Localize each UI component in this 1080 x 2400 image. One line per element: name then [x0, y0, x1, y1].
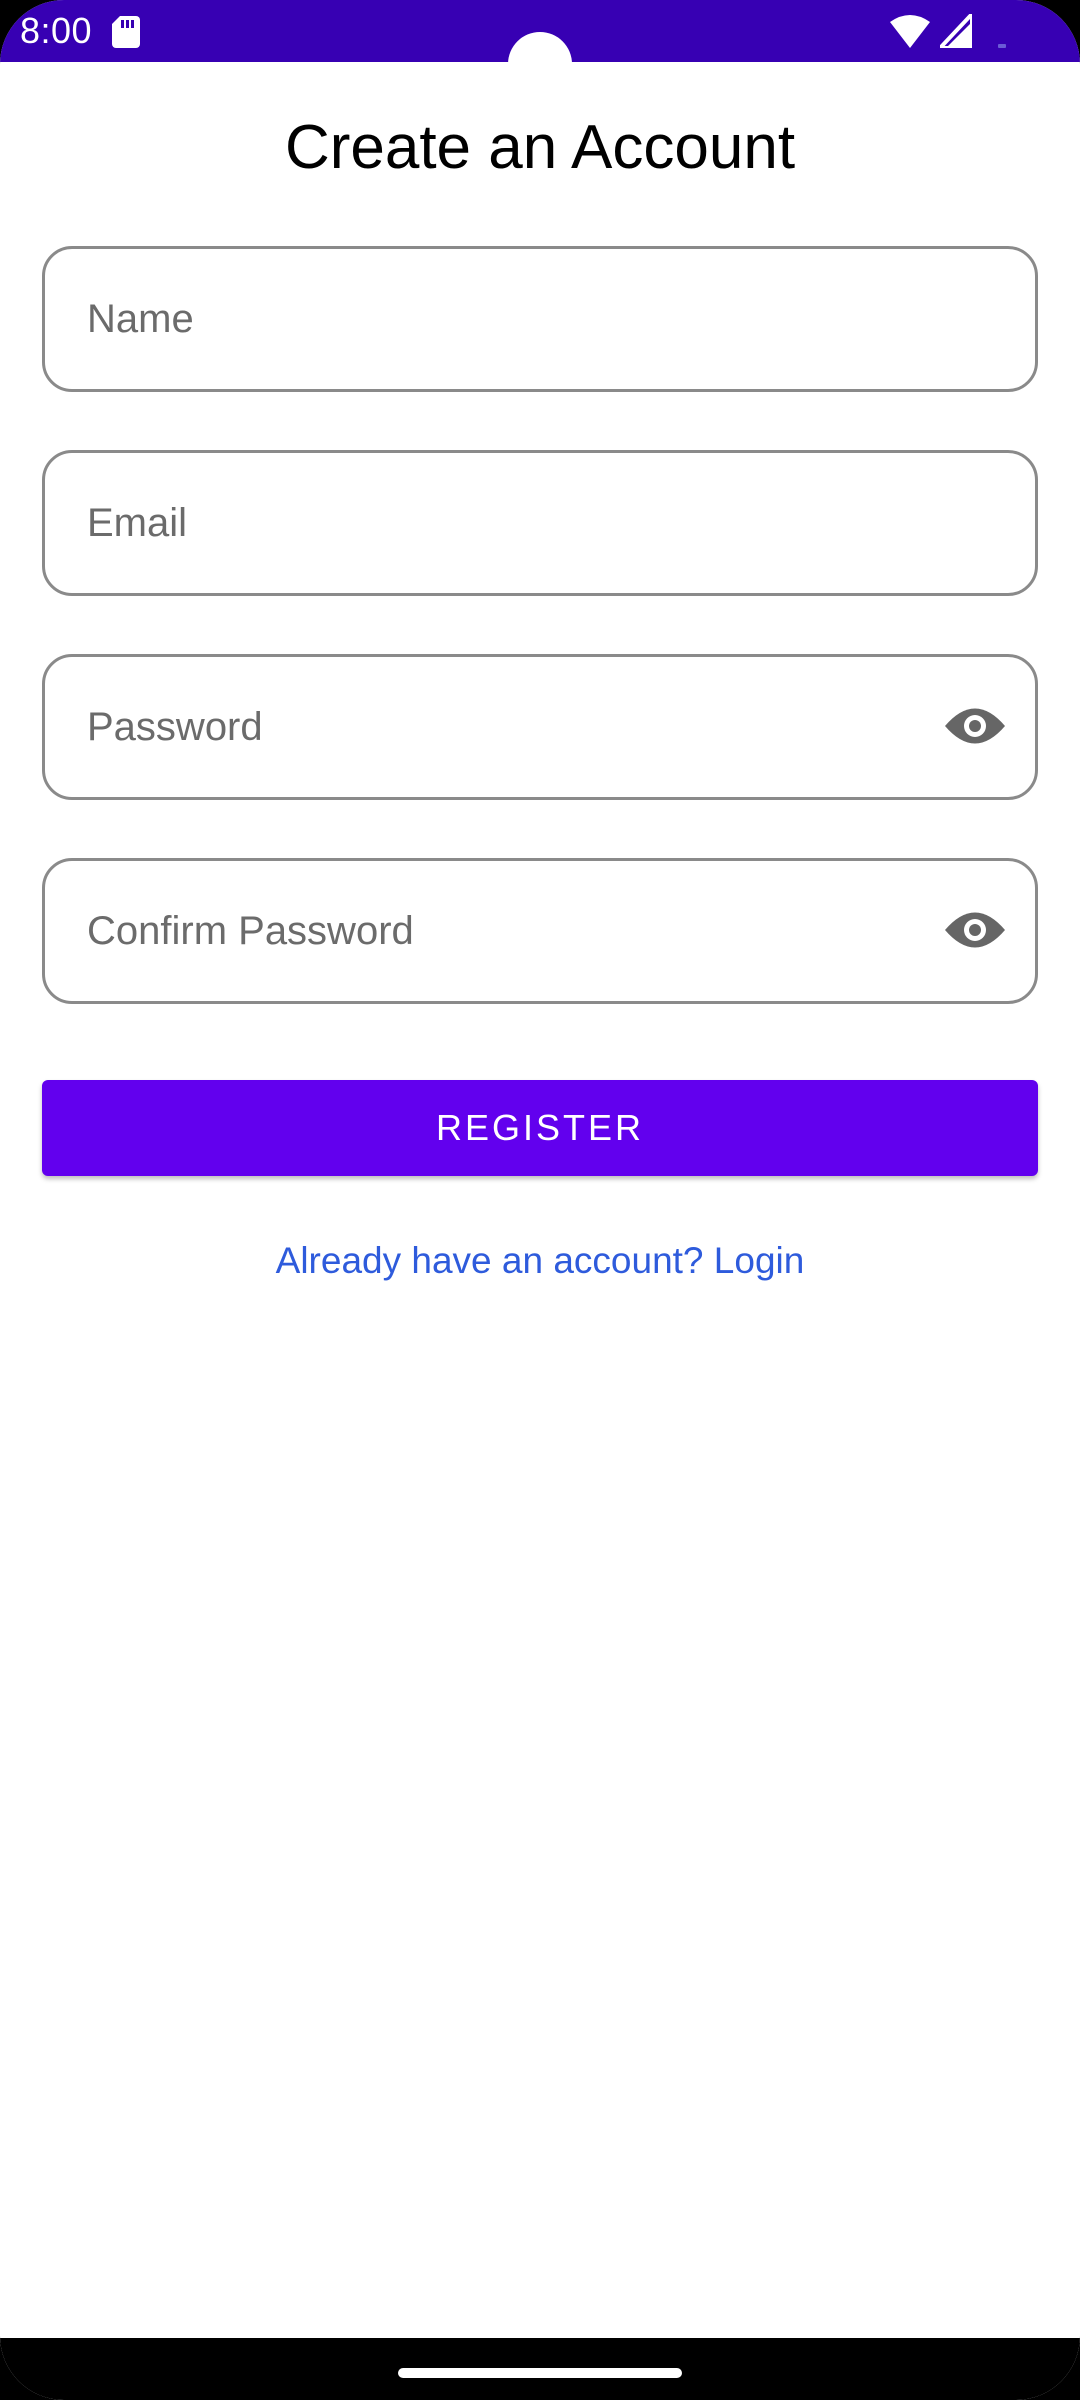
eye-icon[interactable] [945, 907, 1005, 953]
navigation-bar [0, 2338, 1080, 2400]
password-field[interactable]: Password [42, 654, 1038, 800]
battery-icon [998, 44, 1006, 48]
confirm-password-placeholder: Confirm Password [87, 909, 414, 953]
email-field[interactable]: Email [42, 450, 1038, 596]
eye-icon[interactable] [945, 703, 1005, 749]
email-placeholder: Email [87, 501, 188, 545]
home-handle[interactable] [398, 2368, 682, 2378]
login-link[interactable]: Already have an account? Login [0, 1236, 1080, 1286]
screen: 8:00 Create an Account Name Email Passwo… [0, 0, 1080, 2400]
sd-card-icon [112, 16, 140, 48]
register-button[interactable]: REGISTER [42, 1080, 1038, 1176]
wifi-icon [890, 15, 930, 48]
password-placeholder: Password [87, 705, 263, 749]
signal-icon [940, 14, 972, 48]
confirm-password-field[interactable]: Confirm Password [42, 858, 1038, 1004]
camera-cutout [508, 32, 572, 96]
status-time: 8:00 [20, 10, 93, 51]
page-title: Create an Account [284, 113, 796, 182]
name-placeholder: Name [87, 297, 194, 341]
name-field[interactable]: Name [42, 246, 1038, 392]
